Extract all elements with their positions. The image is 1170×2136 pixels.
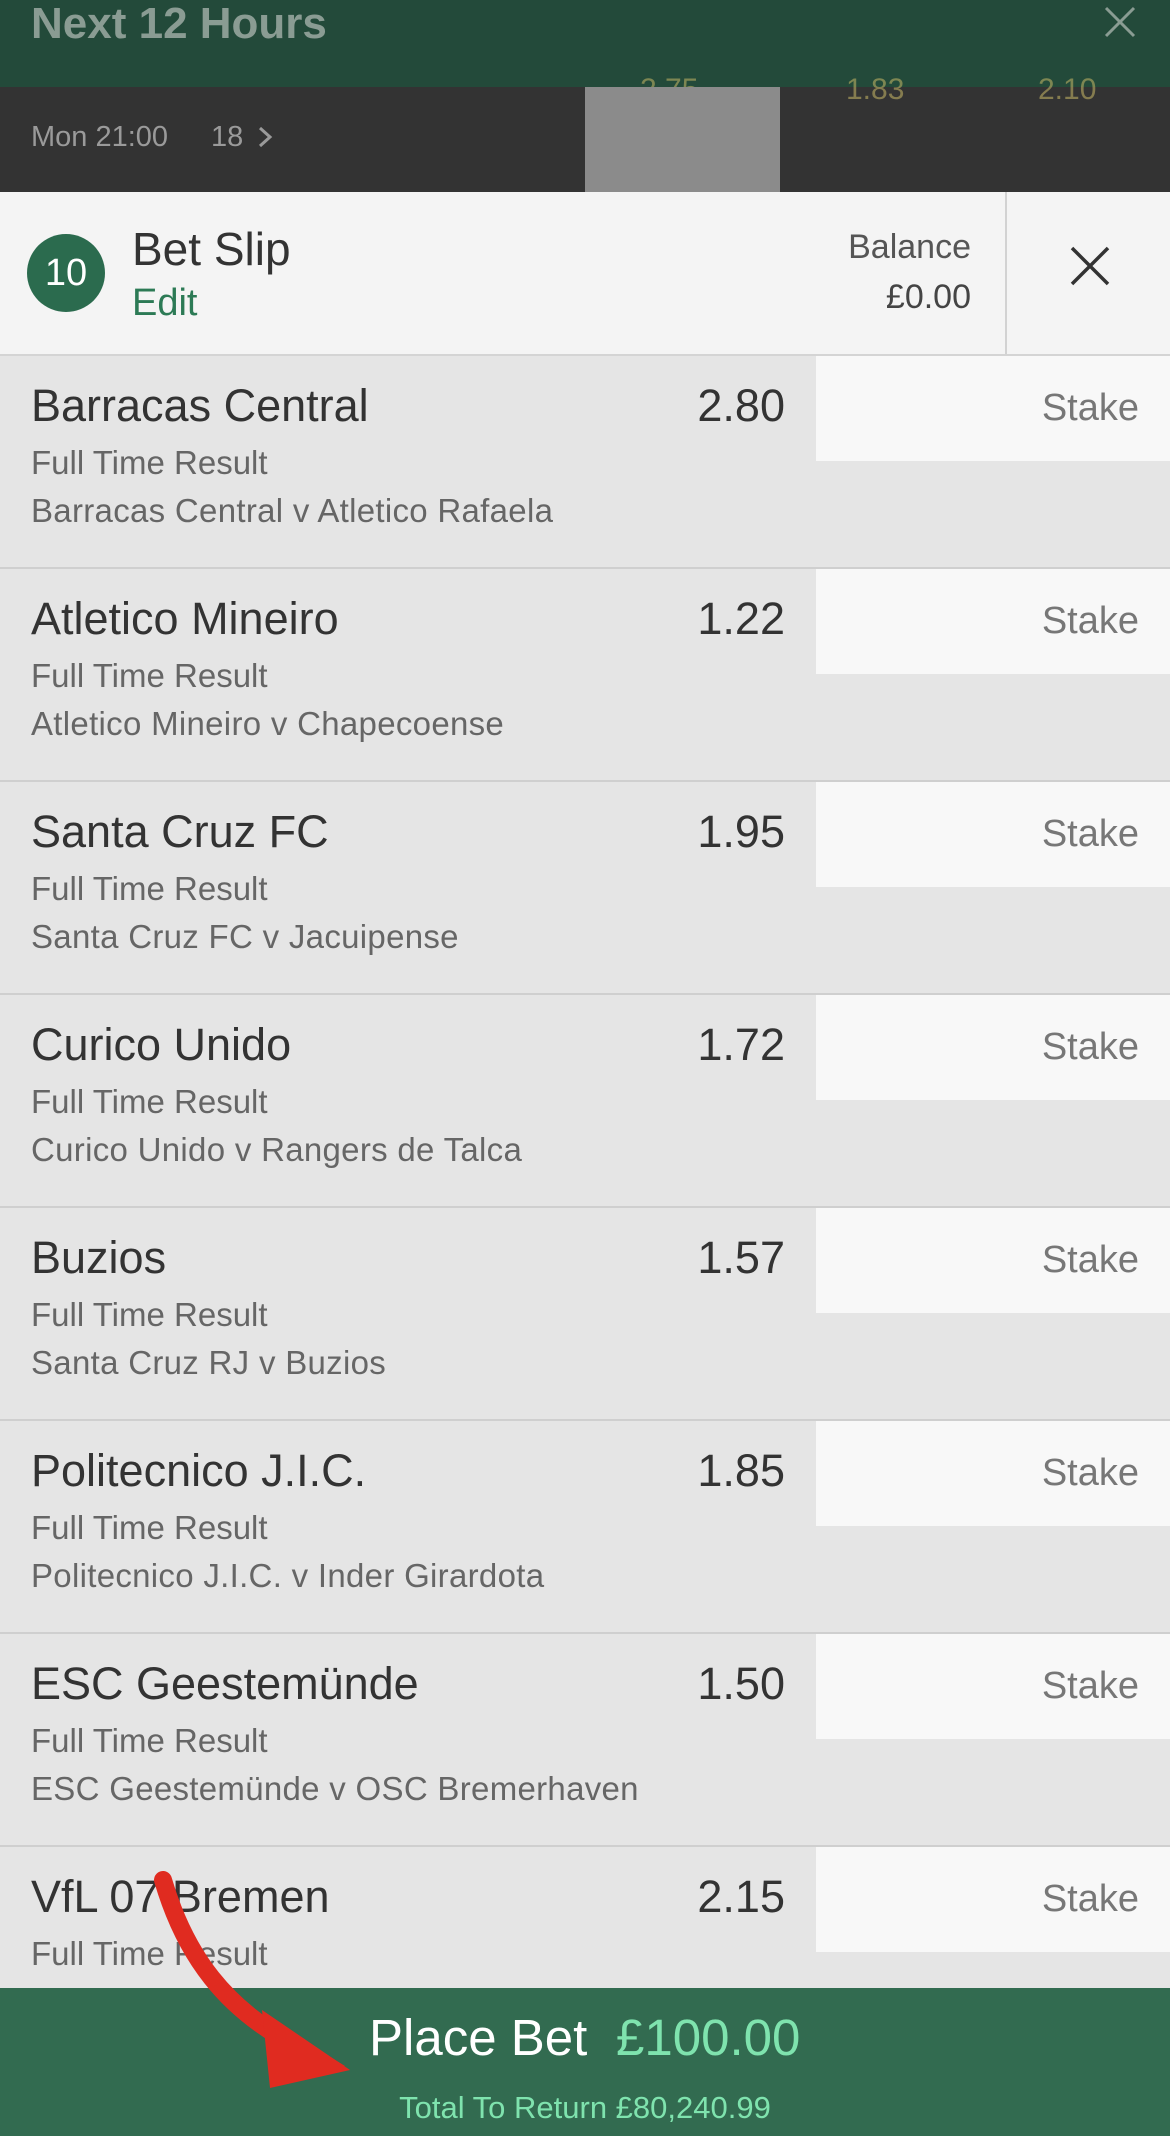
top-header: Next 12 Hours [0,0,1170,87]
edit-link[interactable]: Edit [132,282,197,325]
bet-market: Full Time Result [31,657,268,694]
total-return: Total To Return £80,240.99 [399,2090,771,2125]
bet-selection: Curico Unido [31,1019,292,1070]
bet-market: Full Time Result [31,1935,268,1972]
stake-input[interactable] [816,356,1170,461]
bet-row: Atletico Mineiro 1.22 Full Time Result A… [0,569,1170,782]
bet-market: Full Time Result [31,870,268,907]
place-bet-label: Place Bet [369,2009,588,2066]
balance-value: £0.00 [885,278,971,316]
bet-market: Full Time Result [31,1083,268,1120]
bet-slip-header: 10 Bet Slip Edit Balance £0.00 [0,192,1170,356]
stake-input[interactable] [816,782,1170,887]
bet-market: Full Time Result [31,1509,268,1546]
bet-count-badge: 10 [27,234,105,312]
bet-selection: ESC Geestemünde [31,1658,419,1709]
bet-market: Full Time Result [31,1722,268,1759]
bet-row: Buzios 1.57 Full Time Result Santa Cruz … [0,1208,1170,1421]
bet-list: Barracas Central 2.80 Full Time Result B… [0,356,1170,2060]
bet-market: Full Time Result [31,1296,268,1333]
bet-event: Atletico Mineiro v Chapecoense [31,705,505,742]
faint-odds: 2.10 [1038,73,1097,106]
place-bet-amount: £100.00 [616,2009,801,2066]
bet-event: Santa Cruz FC v Jacuipense [31,918,459,955]
bet-row: Barracas Central 2.80 Full Time Result B… [0,356,1170,569]
page-title: Next 12 Hours [31,0,327,48]
bet-odds: 1.50 [697,1658,785,1709]
close-icon[interactable] [1068,244,1112,288]
bet-odds: 1.57 [697,1232,785,1283]
bet-event: Curico Unido v Rangers de Talca [31,1131,523,1168]
bet-selection: Politecnico J.I.C. [31,1445,367,1496]
bet-event: Santa Cruz RJ v Buzios [31,1344,387,1381]
odds-cell-selected[interactable] [585,87,780,192]
stake-input[interactable] [816,1847,1170,1952]
bet-odds: 1.22 [697,593,785,644]
bet-selection: VfL 07 Bremen [31,1871,330,1922]
bet-selection: Santa Cruz FC [31,806,329,857]
bet-selection: Atletico Mineiro [31,593,339,644]
bet-event: Barracas Central v Atletico Rafaela [31,492,554,529]
balance-label: Balance [848,228,971,266]
bet-event: ESC Geestemünde v OSC Bremerhaven [31,1770,639,1807]
fixture-time: Mon 21:00 [31,121,169,153]
place-bet-button[interactable]: Place Bet £100.00 Total To Return £80,24… [0,1988,1170,2136]
bet-selection: Buzios [31,1232,167,1283]
bet-odds: 2.15 [697,1871,785,1922]
fixture-strip: 2.75 1.83 2.10 Mon 21:00 18 [0,73,1170,192]
bet-slip-title: Bet Slip [132,223,291,275]
bet-odds: 1.72 [697,1019,785,1070]
bet-odds: 1.95 [697,806,785,857]
stake-input[interactable] [816,1634,1170,1739]
bet-row: Politecnico J.I.C. 1.85 Full Time Result… [0,1421,1170,1634]
stake-input[interactable] [816,995,1170,1100]
stake-input[interactable] [816,1208,1170,1313]
bet-selection: Barracas Central [31,380,369,431]
more-markets-count[interactable]: 18 [211,121,243,154]
bet-row: Santa Cruz FC 1.95 Full Time Result Sant… [0,782,1170,995]
stake-input[interactable] [816,1421,1170,1526]
bet-market: Full Time Result [31,444,268,481]
bet-odds: 1.85 [697,1445,785,1496]
faint-odds: 1.83 [846,73,905,106]
stake-input[interactable] [816,569,1170,674]
bet-event: Politecnico J.I.C. v Inder Girardota [31,1557,545,1594]
bet-row: ESC Geestemünde 1.50 Full Time Result ES… [0,1634,1170,1847]
chevron-right-icon[interactable] [254,125,276,149]
bet-odds: 2.80 [697,380,785,431]
bet-row: Curico Unido 1.72 Full Time Result Curic… [0,995,1170,1208]
divider [1005,192,1007,354]
close-icon[interactable] [1100,2,1140,42]
